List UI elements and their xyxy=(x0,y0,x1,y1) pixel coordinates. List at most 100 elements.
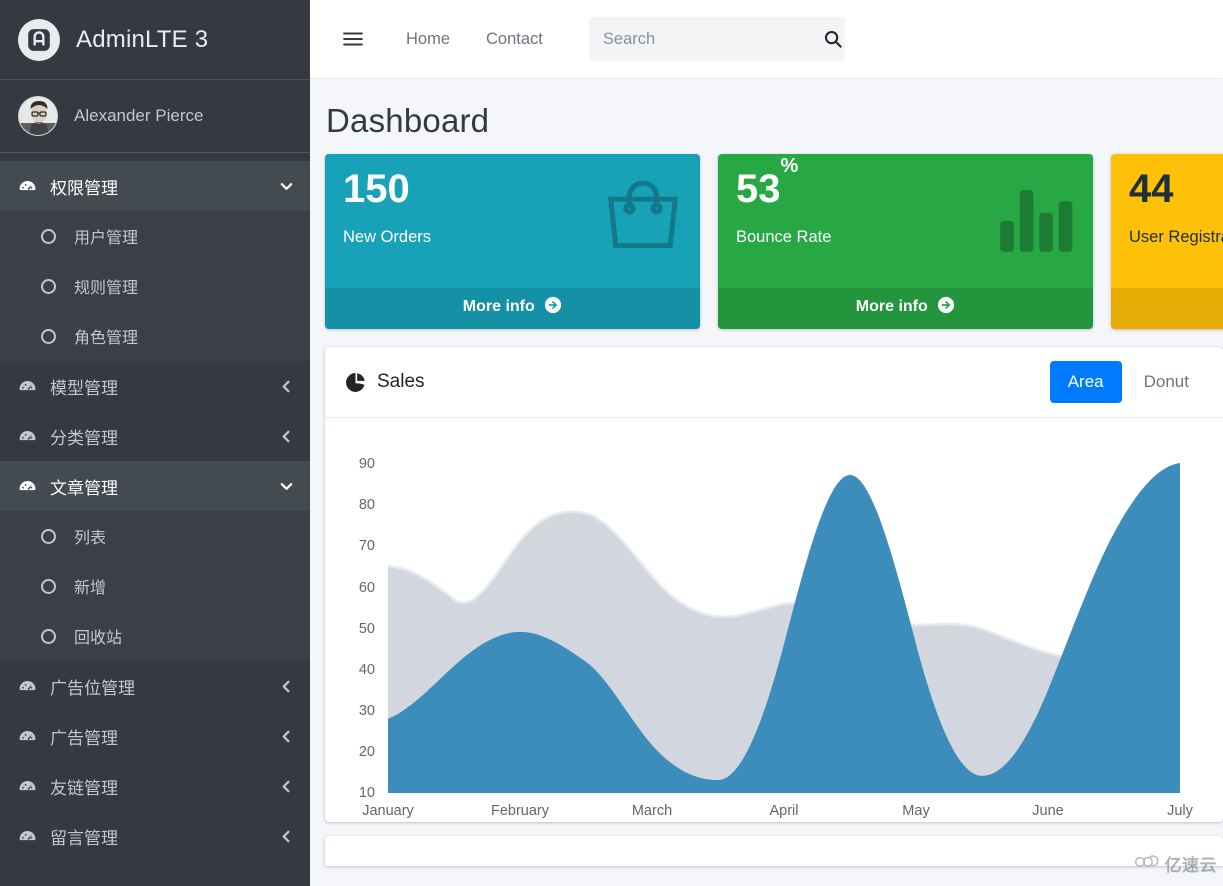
sidebar-subitem-rule-manage[interactable]: 规则管理 xyxy=(0,261,310,311)
sidebar-link-label: 友链管理 xyxy=(50,774,279,799)
user-name: Alexander Pierce xyxy=(74,106,203,126)
info-box-user-registrations[interactable]: 44 User Registrations More info xyxy=(1111,154,1223,329)
sales-card: Sales Area Donut 90 80 70 60 50 40 xyxy=(325,347,1223,822)
sales-card-header: Sales Area Donut xyxy=(325,347,1223,418)
info-box-body: 150 New Orders xyxy=(325,154,700,288)
sidebar-link-ad[interactable]: 广告管理 xyxy=(0,711,310,761)
sidebar-link-label: 文章管理 xyxy=(50,474,279,499)
svg-text:March: March xyxy=(632,803,672,819)
svg-text:July: July xyxy=(1167,803,1194,819)
arrow-circle-right-icon xyxy=(937,296,955,319)
y-axis-ticks: 90 80 70 60 50 40 30 20 10 xyxy=(359,456,375,801)
adminlte-logo-icon xyxy=(18,19,60,61)
info-box-more-link[interactable]: More info xyxy=(718,288,1093,329)
pie-chart-icon xyxy=(345,372,366,393)
sidebar-subitem-label: 规则管理 xyxy=(74,274,138,298)
chart-type-tabs: Area Donut xyxy=(1050,361,1207,403)
tachometer-icon xyxy=(14,377,40,396)
sidebar-submenu-permission: 用户管理 规则管理 角色管理 xyxy=(0,211,310,361)
arrow-circle-right-icon xyxy=(544,296,562,319)
brand-title: AdminLTE 3 xyxy=(76,26,208,54)
chevron-down-icon xyxy=(279,479,294,494)
sidebar-link-friendlink[interactable]: 友链管理 xyxy=(0,761,310,811)
sidebar-item-category: 分类管理 xyxy=(0,411,310,461)
sidebar-link-adslot[interactable]: 广告位管理 xyxy=(0,661,310,711)
sidebar-subitem-label: 新增 xyxy=(74,574,106,598)
sidebar-subitem-user-manage[interactable]: 用户管理 xyxy=(0,211,310,261)
circle-o-icon xyxy=(36,629,60,644)
sidebar-link-label: 广告位管理 xyxy=(50,674,279,699)
sidebar-link-article[interactable]: 文章管理 xyxy=(0,461,310,511)
info-boxes-row: 150 New Orders More info xyxy=(310,154,1223,329)
admin-dashboard-app: AdminLTE 3 xyxy=(0,0,1223,886)
info-box-new-orders[interactable]: 150 New Orders More info xyxy=(325,154,700,329)
navbar-link-contact[interactable]: Contact xyxy=(486,30,543,49)
search-icon[interactable] xyxy=(823,26,843,52)
chevron-left-icon xyxy=(279,379,294,394)
svg-text:February: February xyxy=(491,803,550,819)
sidebar-subitem-recycle[interactable]: 回收站 xyxy=(0,611,310,661)
info-box-suffix: % xyxy=(781,155,799,177)
brand-header[interactable]: AdminLTE 3 xyxy=(0,0,310,80)
circle-o-icon xyxy=(36,579,60,594)
tachometer-icon xyxy=(14,777,40,796)
sales-chart-body: 90 80 70 60 50 40 30 20 10 xyxy=(325,418,1223,822)
sidebar-subitem-role-manage[interactable]: 角色管理 xyxy=(0,311,310,361)
chevron-left-icon xyxy=(279,729,294,744)
sidebar-link-permission[interactable]: 权限管理 xyxy=(0,161,310,211)
sidebar-link-category[interactable]: 分类管理 xyxy=(0,411,310,461)
next-card-placeholder xyxy=(325,836,1223,866)
tachometer-icon xyxy=(14,477,40,496)
sidebar-subitem-label: 角色管理 xyxy=(74,324,138,348)
info-box-more-link[interactable]: More info xyxy=(1111,288,1223,329)
chevron-down-icon xyxy=(279,179,294,194)
sales-card-title-text: Sales xyxy=(377,371,425,393)
tab-area[interactable]: Area xyxy=(1050,361,1122,403)
svg-text:60: 60 xyxy=(359,580,375,596)
page-title: Dashboard xyxy=(326,102,1223,140)
circle-o-icon xyxy=(36,529,60,544)
svg-text:90: 90 xyxy=(359,456,375,472)
sidebar-nav: 权限管理 用户管理 规则管理 角色 xyxy=(0,153,310,861)
svg-text:70: 70 xyxy=(359,538,375,554)
sidebar-link-model[interactable]: 模型管理 xyxy=(0,361,310,411)
avatar xyxy=(18,96,58,136)
sidebar-subitem-add[interactable]: 新增 xyxy=(0,561,310,611)
navbar-link-home[interactable]: Home xyxy=(406,30,450,49)
content-header: Dashboard xyxy=(310,78,1223,154)
shopping-bag-icon xyxy=(600,174,686,265)
sidebar-item-model: 模型管理 xyxy=(0,361,310,411)
sidebar-link-message[interactable]: 留言管理 xyxy=(0,811,310,861)
svg-text:June: June xyxy=(1032,803,1063,819)
info-box-bounce-rate[interactable]: 53% Bounce Rate More info xyxy=(718,154,1093,329)
circle-o-icon xyxy=(36,329,60,344)
hamburger-icon[interactable] xyxy=(336,22,370,56)
sales-area-chart[interactable]: 90 80 70 60 50 40 30 20 10 xyxy=(325,428,1223,828)
info-box-more-link[interactable]: More info xyxy=(325,288,700,329)
sidebar-subitem-list[interactable]: 列表 xyxy=(0,511,310,561)
sidebar-submenu-article: 列表 新增 回收站 xyxy=(0,511,310,661)
sidebar-subitem-label: 列表 xyxy=(74,524,106,548)
sidebar-link-label: 分类管理 xyxy=(50,424,279,449)
info-box-footer-label: More info xyxy=(463,298,535,315)
info-box-body: 44 User Registrations xyxy=(1111,154,1223,288)
sidebar-item-article: 文章管理 列表 新增 回收站 xyxy=(0,461,310,661)
info-box-footer-label: More info xyxy=(856,298,928,315)
info-box-number: 53 xyxy=(736,167,781,211)
chevron-left-icon xyxy=(279,679,294,694)
svg-text:30: 30 xyxy=(359,703,375,719)
info-box-number: 150 xyxy=(343,167,410,211)
user-panel[interactable]: Alexander Pierce xyxy=(0,80,310,153)
tachometer-icon xyxy=(14,827,40,846)
search-input[interactable] xyxy=(603,30,823,49)
tachometer-icon xyxy=(14,727,40,746)
tab-donut[interactable]: Donut xyxy=(1126,361,1207,403)
chart-series-group xyxy=(388,463,1180,793)
chevron-left-icon xyxy=(279,779,294,794)
chevron-left-icon xyxy=(279,429,294,444)
sidebar-item-friendlink: 友链管理 xyxy=(0,761,310,811)
svg-text:April: April xyxy=(769,803,798,819)
sales-card-title: Sales xyxy=(345,371,425,393)
sidebar-item-ad: 广告管理 xyxy=(0,711,310,761)
sidebar-link-label: 权限管理 xyxy=(50,174,279,199)
